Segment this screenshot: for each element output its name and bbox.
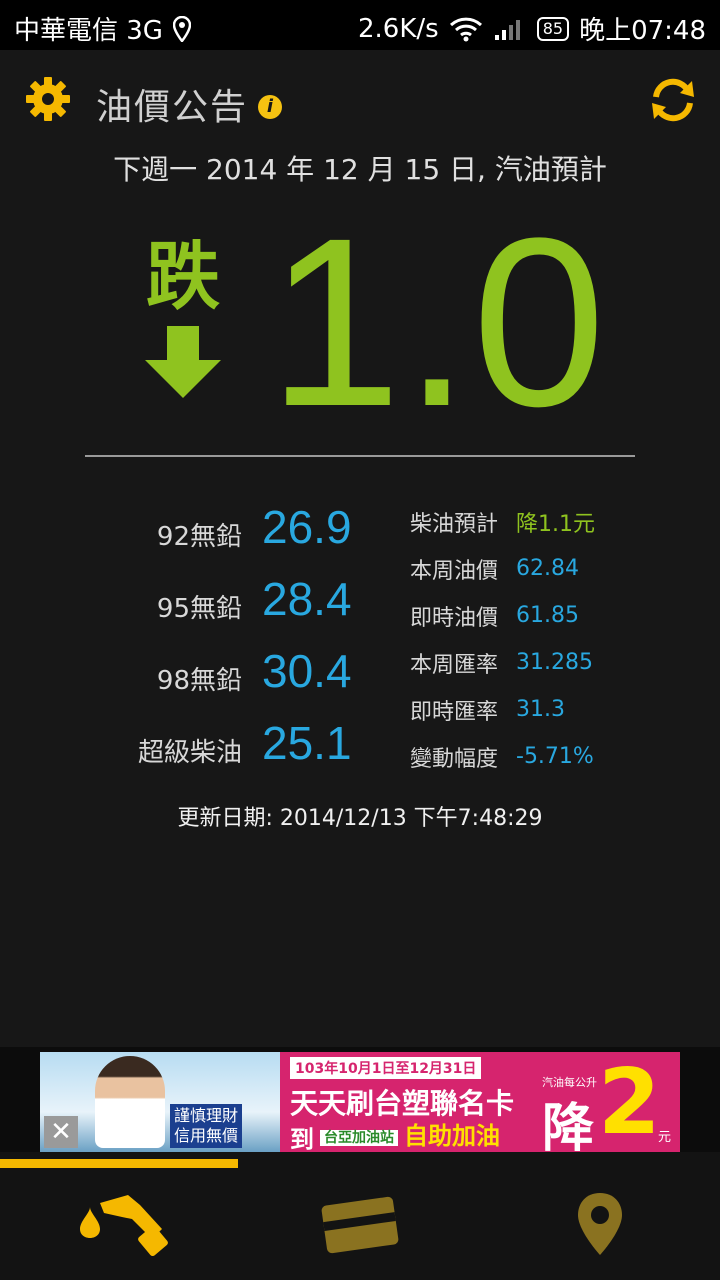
price-change-value: 1.0 [268, 188, 608, 456]
ad-slogan-line: 謹慎理財 [174, 1106, 239, 1125]
refresh-icon[interactable] [648, 75, 698, 125]
detail-value: 31.3 [516, 697, 565, 722]
ad-person-image [95, 1056, 165, 1148]
credit-card-icon [321, 1196, 399, 1254]
list-item: 即時油價 61.85 [410, 592, 710, 639]
detail-value: 降1.1元 [516, 511, 595, 537]
fuel-name: 98無鉛 [156, 666, 242, 696]
ad-sub-suffix: 自助加油 [404, 1122, 500, 1150]
ad-subline: 到台亞加油站 自助加油 [290, 1116, 500, 1155]
info-icon[interactable]: i [258, 95, 282, 119]
fuel-name: 95無鉛 [156, 594, 242, 624]
divider [85, 455, 635, 457]
ad-sub-prefix: 到 [290, 1125, 314, 1154]
trend-indicator: 跌 [138, 232, 228, 404]
list-item: 即時匯率 31.3 [410, 686, 710, 733]
list-item: 超級柴油 25.1 [0, 712, 380, 784]
list-item: 變動幅度 -5.71% [410, 733, 710, 780]
list-item: 98無鉛 30.4 [0, 640, 380, 712]
list-item: 本周油價 62.84 [410, 545, 710, 592]
list-item: 柴油預計 降1.1元 [410, 498, 710, 545]
ad-amount: 2 [598, 1050, 661, 1155]
list-item: 92無鉛 26.9 [0, 496, 380, 568]
detail-value: 61.85 [516, 603, 579, 628]
wifi-icon [449, 17, 482, 41]
ad-slogan-line: 信用無價 [174, 1126, 239, 1145]
bottom-tab-bar [0, 1152, 720, 1280]
app-header: 油價公告 i [0, 50, 720, 150]
fuel-name: 超級柴油 [137, 738, 242, 768]
fuel-price: 30.4 [262, 645, 352, 697]
signal-icon [494, 19, 520, 40]
carrier-label: 中華電信 3G [14, 16, 163, 46]
detail-value: 62.84 [516, 556, 579, 581]
fuel-price: 25.1 [262, 717, 352, 769]
down-arrow-icon [145, 326, 221, 398]
ad-banner[interactable]: 謹慎理財 信用無價 ✕ 103年10月1日至12月31日 天天刷台塑聯名卡 到台… [40, 1050, 680, 1159]
updated-timestamp: 更新日期: 2014/12/13 下午7:48:29 [177, 806, 543, 831]
detail-label: 即時油價 [410, 605, 499, 631]
gear-icon[interactable] [24, 75, 72, 123]
page-title: 油價公告 [96, 87, 249, 128]
ad-unit: 元 [658, 1130, 672, 1145]
ad-close-button[interactable]: ✕ [44, 1116, 78, 1148]
network-speed: 2.6K/s [357, 13, 439, 44]
fuel-price: 28.4 [262, 573, 352, 625]
location-icon [172, 15, 191, 42]
ad-slogan: 謹慎理財 信用無價 [170, 1104, 243, 1148]
battery-icon: 85 [536, 16, 570, 41]
trend-label: 跌 [146, 234, 220, 320]
status-bar: 中華電信 3G 2.6K/s 85 晚上07:48 [0, 0, 720, 50]
detail-label: 本周油價 [410, 558, 499, 584]
list-item: 本周匯率 31.285 [410, 639, 710, 686]
detail-label: 本周匯率 [410, 652, 499, 678]
map-pin-icon [578, 1193, 622, 1255]
forecast-text: 下週一 2014 年 12 月 15 日, 汽油預計 [113, 153, 607, 186]
ad-station-logo: 台亞加油站 [320, 1130, 398, 1146]
fuel-price-list: 92無鉛 26.9 95無鉛 28.4 98無鉛 30.4 超級柴油 25.1 [0, 496, 380, 784]
ad-container: 謹慎理財 信用無價 ✕ 103年10月1日至12月31日 天天刷台塑聯名卡 到台… [0, 1047, 720, 1159]
ad-date: 103年10月1日至12月31日 [290, 1057, 482, 1079]
ad-promo: 103年10月1日至12月31日 天天刷台塑聯名卡 到台亞加油站 自助加油 汽油每… [280, 1050, 680, 1159]
fuel-pump-icon [80, 1195, 168, 1257]
detail-value: -5.71% [516, 744, 594, 769]
detail-label: 即時匯率 [410, 699, 499, 725]
clock: 晚上07:48 [579, 16, 706, 46]
detail-list: 柴油預計 降1.1元 本周油價 62.84 即時油價 61.85 本周匯率 31… [410, 498, 710, 780]
fuel-name: 92無鉛 [156, 522, 242, 552]
fuel-price: 26.9 [262, 501, 352, 553]
tab-card[interactable] [240, 1168, 480, 1280]
ad-photo: 謹慎理財 信用無價 ✕ [40, 1052, 280, 1152]
detail-label: 柴油預計 [410, 511, 499, 537]
detail-value: 31.285 [516, 650, 593, 675]
tab-map[interactable] [480, 1168, 720, 1280]
active-tab-indicator [0, 1159, 238, 1168]
list-item: 95無鉛 28.4 [0, 568, 380, 640]
detail-label: 變動幅度 [410, 746, 499, 772]
ad-drop: 降 [542, 1099, 595, 1159]
tab-fuel-prices[interactable] [0, 1168, 240, 1280]
